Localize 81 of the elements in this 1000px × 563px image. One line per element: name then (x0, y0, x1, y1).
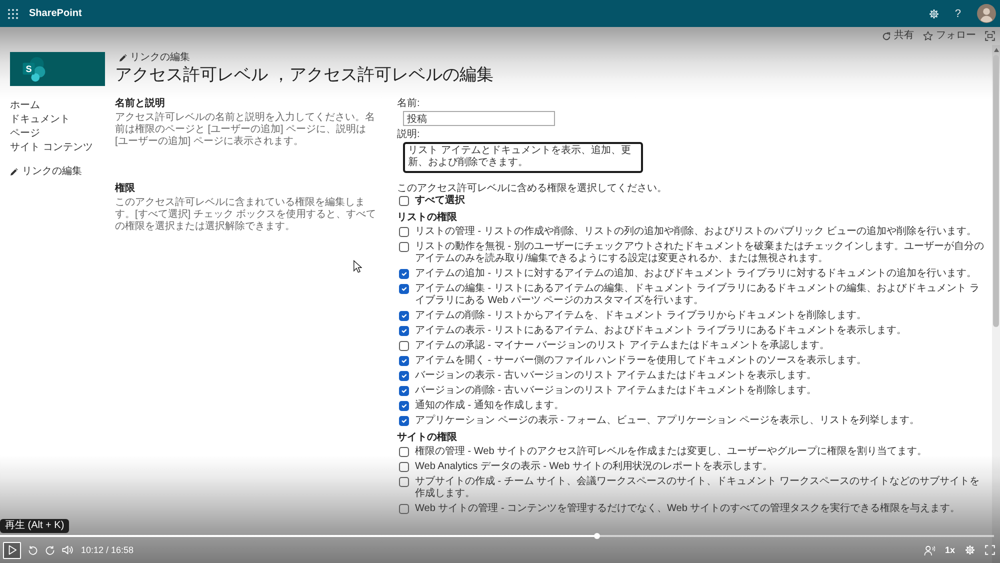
permission-label: アイテムの削除 - リストからアイテムを、ドキュメント ライブラリからドキュメントを削除します。 (415, 310, 867, 322)
description-field[interactable]: リスト アイテムとドキュメントを表示、追加、更新、および削除できます。 (403, 142, 643, 173)
nav-link[interactable]: サイト コンテンツ (10, 142, 93, 154)
permission-label: サブサイトの作成 - チーム サイト、会議ワークスペースのサイト、ドキュメント ワークスペースのサイトなどのサブサイトを作成します。 (415, 476, 980, 500)
permission-label: アイテムの編集 - リストにあるアイテムの編集、ドキュメント ライブラリにあるドキュメントの編集、およびドキュメント ライブラリにある Web パーツ ページのカスタマイズを行います。 (415, 283, 980, 307)
checkbox-label: すべて選択 (415, 195, 465, 207)
permission-label: リストの動作を無視 - 別のユーザーにチェックアウトされたドキュメントを破棄またはチェックインします。ユーザーが自分のアイテムのみを読み取り/編集できるようにする設定は変更されるか、または無視されます。 (415, 241, 985, 265)
permission-label: Web サイトの管理 - コンテンツを管理するだけでなく、Web サイトのすべての管理タスクを実行できる権限を与えます。 (415, 503, 960, 515)
permission-checkbox[interactable] (399, 386, 409, 396)
pencil-icon (10, 168, 18, 176)
volume-icon[interactable] (62, 545, 73, 555)
group-heading: リストの権限 (397, 212, 458, 224)
expand-frame-icon[interactable] (985, 31, 995, 41)
permission-checkbox[interactable] (399, 477, 409, 487)
person-icon[interactable] (924, 544, 935, 556)
scrollbar-thumb[interactable] (993, 55, 999, 327)
permission-label: アイテムの表示 - リストにあるアイテム、およびドキュメント ライブラリにあるドキュメントを表示します。 (415, 325, 907, 337)
avatar-icon[interactable] (977, 4, 996, 23)
permission-checkbox[interactable] (399, 311, 409, 321)
playback-speed-button[interactable]: 1x (944, 544, 955, 556)
permission-label: リストの管理 - リストの作成や削除、リストの列の追加や削除、およびリストのパブリック ビューの追加や削除を行います。 (415, 226, 977, 238)
permission-label: Web Analytics データの表示 - Web サイトの利用状況のレポートを表示します。 (415, 461, 772, 473)
edit-links-link[interactable]: リンクの編集 (10, 166, 82, 178)
follow-button[interactable]: フォロー (923, 30, 976, 42)
permission-checkbox[interactable] (399, 356, 409, 366)
permission-checkbox[interactable] (399, 341, 409, 351)
field-label: 説明: (397, 129, 421, 141)
permission-label: アプリケーション ページの表示 - フォーム、ビュー、アプリケーション ページを表示し、リストを列挙します。 (415, 415, 920, 427)
pencil-icon (119, 54, 127, 62)
permission-checkbox[interactable] (399, 227, 409, 237)
play-button[interactable] (3, 542, 21, 558)
name-field[interactable]: 投稿 (403, 111, 555, 126)
field-label: 名前: (397, 98, 421, 110)
section-heading: 名前と説明 (115, 98, 166, 110)
tooltip: 再生 (Alt + K) (0, 519, 70, 533)
section-description: このアクセス許可レベルに含まれている権限を編集します。[すべて選択] チェック ボックスを使用すると、すべての権限を選択または選択解除できます。 (115, 197, 378, 233)
select-all-checkbox[interactable] (399, 196, 409, 206)
settings-icon[interactable] (928, 8, 939, 18)
permission-label: 通知の作成 - 通知を作成します。 (415, 400, 564, 412)
permission-checkbox[interactable] (399, 371, 409, 381)
permission-checkbox[interactable] (399, 284, 409, 294)
help-button[interactable]: ? (954, 8, 961, 20)
permission-checkbox[interactable] (399, 269, 409, 279)
fullscreen-icon[interactable] (985, 545, 995, 555)
group-heading: サイトの権限 (397, 432, 458, 444)
forward-icon[interactable] (45, 545, 55, 555)
app-title[interactable]: SharePoint (29, 8, 82, 20)
permission-label: アイテムの追加 - リストに対するアイテムの追加、およびドキュメント ライブラリに対するドキュメントの追加を行います。 (415, 268, 977, 280)
app-launcher-icon[interactable] (8, 8, 18, 18)
section-heading: 権限 (115, 183, 136, 195)
permission-checkbox[interactable] (399, 326, 409, 336)
permission-checkbox[interactable] (399, 416, 409, 426)
play-icon (8, 545, 16, 555)
permission-label: アイテムを開く - サーバー側のファイル ハンドラーを使用してドキュメントのソースを表示します。 (415, 355, 867, 367)
permission-label: 権限の管理 - Web サイトのアクセス許可レベルを作成または変更し、ユーザーやグループに権限を割り当てます。 (415, 446, 928, 458)
edit-links-link[interactable]: リンクの編集 (119, 52, 190, 64)
permission-checkbox[interactable] (399, 462, 409, 472)
permission-label: バージョンの表示 - 古いバージョンのリスト アイテムまたはドキュメントを表示します。 (415, 370, 817, 382)
permission-checkbox[interactable] (399, 401, 409, 411)
permission-checkbox[interactable] (399, 447, 409, 457)
circular-arrows-icon (882, 32, 891, 40)
permission-checkbox[interactable] (399, 242, 409, 252)
progress-handle[interactable] (594, 533, 600, 539)
section-description: アクセス許可レベルの名前と説明を入力してください。名前は権限のページと [ユーザーの追加] ページに、説明は [ユーザーの追加] ページに表示されます。 (115, 112, 376, 148)
mouse-cursor-icon (353, 260, 362, 273)
permission-label: アイテムの承認 - マイナー バージョンのリスト アイテムまたはドキュメントを承認します。 (415, 340, 830, 352)
rewind-icon[interactable] (28, 545, 38, 555)
scroll-up-arrow-icon[interactable] (994, 48, 998, 52)
page-title: アクセス許可レベル ，アクセス許可レベルの編集 (115, 64, 494, 86)
permission-label: バージョンの削除 - 古いバージョンのリスト アイテムまたはドキュメントを削除します。 (415, 385, 817, 397)
scrollbar[interactable] (992, 45, 1000, 563)
nav-link[interactable]: ページ (10, 128, 40, 140)
instruction-text: このアクセス許可レベルに含める権限を選択してください。 (397, 183, 668, 194)
share-button[interactable]: 共有 (882, 30, 914, 42)
star-icon (923, 31, 933, 41)
site-logo-tile[interactable]: S (10, 52, 105, 86)
nav-link[interactable]: ドキュメント (10, 114, 70, 126)
nav-link[interactable]: ホーム (10, 100, 40, 112)
progress-track[interactable] (0, 533, 994, 539)
permission-checkbox[interactable] (399, 504, 409, 514)
playback-time: 10:12 / 16:58 (81, 544, 134, 556)
